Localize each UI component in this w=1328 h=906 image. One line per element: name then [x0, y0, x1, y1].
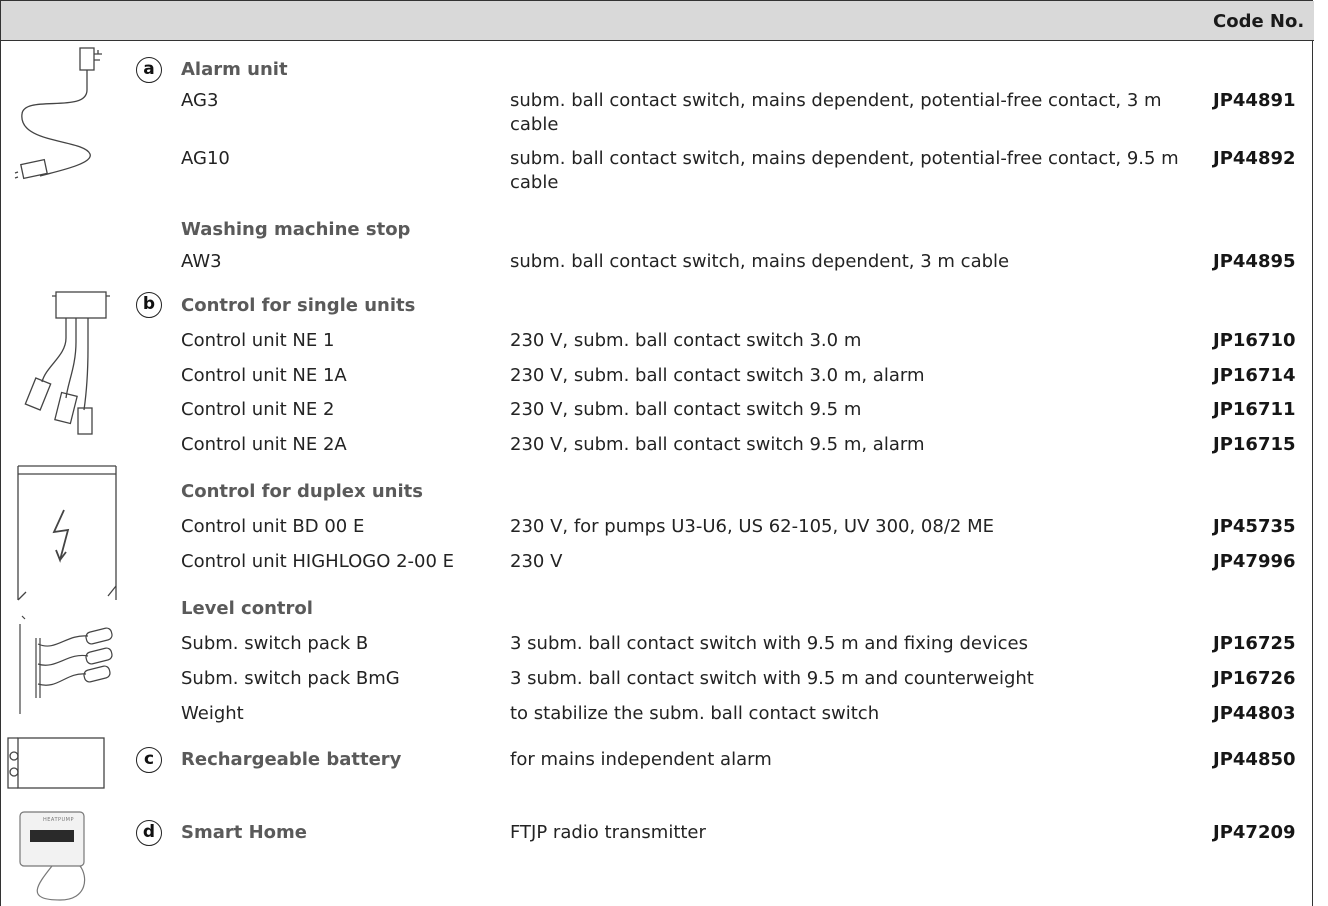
alarm-unit-illustration [14, 44, 124, 184]
row-name: Control unit NE 2A [181, 434, 347, 455]
row-description: 3 subm. ball contact switch with 9.5 m a… [510, 633, 1028, 654]
section-title-alarm-unit: Alarm unit [181, 59, 288, 80]
row-description: FTJP radio transmitter [510, 822, 706, 843]
row-code: JP44803 [1213, 703, 1296, 724]
row-name: Control unit HIGHLOGO 2-00 E [181, 551, 455, 572]
row-code: JP16715 [1213, 434, 1296, 455]
row-description: for mains independent alarm [510, 749, 772, 770]
section-title-level-control: Level control [181, 598, 313, 619]
section-badge-d: d [136, 820, 162, 846]
row-description: 230 V, subm. ball contact switch 9.5 m, … [510, 434, 925, 455]
row-name: AW3 [181, 251, 222, 272]
section-title-washing-machine-stop: Washing machine stop [181, 219, 411, 240]
row-code: JP47209 [1213, 822, 1296, 843]
row-code: JP16710 [1213, 330, 1296, 351]
row-description: 230 V, for pumps U3-U6, US 62-105, UV 30… [510, 516, 994, 537]
row-name: Control unit NE 1 [181, 330, 335, 351]
section-title-control-duplex-units: Control for duplex units [181, 481, 423, 502]
row-description: subm. ball contact switch, mains depende… [510, 148, 1179, 193]
section-badge-c: c [136, 747, 162, 773]
row-name: Control unit NE 2 [181, 399, 335, 420]
level-control-switch-illustration [16, 612, 118, 724]
row-code: JP16725 [1213, 633, 1296, 654]
section-badge-b: b [136, 292, 162, 318]
section-title-control-single-units: Control for single units [181, 295, 416, 316]
row-name: Weight [181, 703, 244, 724]
row-code: JP47996 [1213, 551, 1296, 572]
duplex-control-box-illustration [16, 462, 118, 604]
table-header: Code No. [1, 1, 1314, 41]
section-badge-a: a [136, 57, 162, 83]
row-description: 3 subm. ball contact switch with 9.5 m a… [510, 668, 1034, 689]
battery-illustration [6, 734, 108, 794]
row-description: 230 V, subm. ball contact switch 3.0 m, … [510, 365, 925, 386]
row-description: to stabilize the subm. ball contact swit… [510, 703, 880, 724]
row-description: 230 V [510, 551, 563, 572]
row-name: AG10 [181, 148, 230, 169]
control-unit-illustration [16, 286, 116, 444]
row-description: subm. ball contact switch, mains depende… [510, 90, 1162, 135]
row-name: AG3 [181, 90, 219, 111]
row-description: 230 V, subm. ball contact switch 9.5 m [510, 399, 862, 420]
transmitter-brand-label: HEATPUMP [43, 817, 75, 823]
row-code: JP44892 [1213, 148, 1296, 169]
row-name: Control unit BD 00 E [181, 516, 365, 537]
row-description: 230 V, subm. ball contact switch 3.0 m [510, 330, 862, 351]
row-name: Subm. switch pack BmG [181, 668, 400, 689]
section-title-smart-home: Smart Home [181, 822, 308, 843]
row-code: JP44895 [1213, 251, 1296, 272]
row-code: JP16714 [1213, 365, 1296, 386]
smart-home-transmitter-illustration: HEATPUMP [16, 806, 112, 902]
section-title-rechargeable-battery: Rechargeable battery [181, 749, 402, 770]
code-column-header: Code No. [1213, 11, 1305, 32]
row-code: JP45735 [1213, 516, 1296, 537]
row-name: Subm. switch pack B [181, 633, 369, 654]
row-code: JP16711 [1213, 399, 1296, 420]
row-name: Control unit NE 1A [181, 365, 347, 386]
row-description: subm. ball contact switch, mains depende… [510, 251, 1010, 272]
row-code: JP44850 [1213, 749, 1296, 770]
row-code: JP44891 [1213, 90, 1296, 111]
row-code: JP16726 [1213, 668, 1296, 689]
